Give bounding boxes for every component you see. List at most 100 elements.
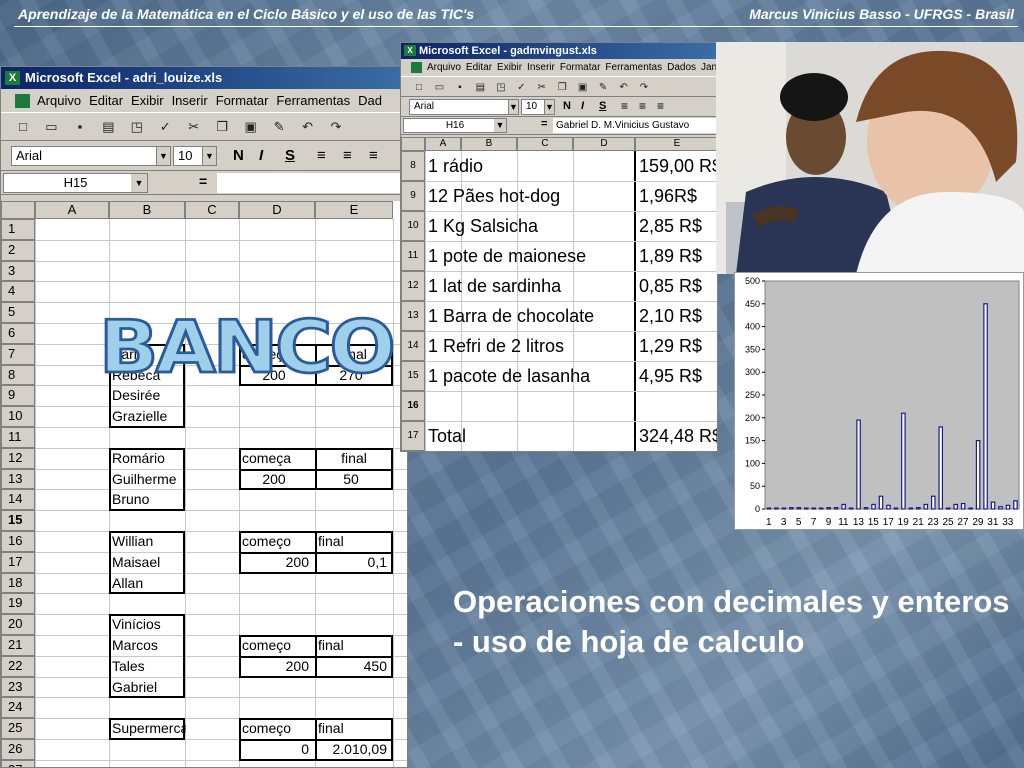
column-header[interactable]: C — [517, 137, 573, 151]
select-all-corner[interactable] — [401, 137, 425, 151]
column-header[interactable]: B — [109, 201, 185, 219]
bold-button[interactable]: N — [233, 147, 244, 164]
row-header[interactable]: 16 — [1, 531, 35, 552]
menu-item[interactable]: Dados — [667, 62, 696, 73]
row-header[interactable]: 5 — [1, 302, 35, 323]
item-cell[interactable]: 1 pote de maionese — [428, 244, 632, 268]
row-header[interactable]: 27 — [1, 759, 35, 767]
underline-button[interactable]: S — [285, 147, 295, 164]
price-cell[interactable]: 4,95 R$ — [639, 364, 717, 388]
price-cell[interactable]: 1,89 R$ — [639, 244, 717, 268]
undo-icon[interactable]: ↶ — [298, 118, 318, 136]
price-cell[interactable]: 159,00 R$ — [639, 154, 717, 178]
formula-input[interactable]: Gabriel D. M.Vinicius Gustavo — [553, 118, 717, 133]
row-header[interactable]: 25 — [1, 718, 35, 739]
undo-icon[interactable]: ↶ — [617, 81, 631, 95]
row-header[interactable]: 3 — [1, 260, 35, 282]
menu-item[interactable]: Formatar — [216, 93, 269, 108]
row-header[interactable]: 12 — [401, 271, 425, 301]
row-header[interactable]: 19 — [1, 593, 35, 615]
menu-item[interactable]: Formatar — [560, 62, 601, 73]
row-header[interactable]: 9 — [1, 385, 35, 407]
menu-item[interactable]: Ferramentas — [276, 93, 350, 108]
name-box[interactable]: H16 ▼ — [403, 118, 507, 133]
save-icon[interactable]: ▪ — [70, 118, 90, 136]
paste-icon[interactable]: ▣ — [241, 118, 261, 136]
column-header[interactable]: E — [635, 137, 717, 151]
print-icon[interactable]: ▤ — [98, 118, 118, 136]
size-select[interactable]: 10 ▼ — [521, 99, 555, 115]
formula-input[interactable] — [217, 173, 407, 193]
row-header[interactable]: 8 — [401, 151, 425, 181]
redo-icon[interactable]: ↷ — [326, 118, 346, 136]
row-header[interactable]: 15 — [401, 361, 425, 391]
item-cell[interactable]: 1 pacote de lasanha — [428, 364, 632, 388]
price-cell[interactable]: 1,29 R$ — [639, 334, 717, 358]
column-header[interactable]: B — [461, 137, 517, 151]
row-header[interactable]: 16 — [401, 391, 425, 421]
price-cell[interactable]: 2,10 R$ — [639, 304, 717, 328]
preview-icon[interactable]: ◳ — [494, 81, 508, 95]
row-header[interactable]: 23 — [1, 676, 35, 698]
menu-item[interactable]: Editar — [466, 62, 492, 73]
column-header[interactable]: A — [35, 201, 109, 219]
row-header[interactable]: 10 — [401, 211, 425, 241]
align-right-icon[interactable]: ≡ — [657, 99, 664, 113]
row-header[interactable]: 12 — [1, 447, 35, 469]
row-header[interactable]: 20 — [1, 614, 35, 635]
save-icon[interactable]: ▪ — [453, 81, 467, 95]
row-header[interactable]: 21 — [1, 635, 35, 656]
price-cell[interactable]: 324,48 R$ — [639, 424, 717, 448]
row-header[interactable]: 14 — [401, 331, 425, 361]
row-header[interactable]: 17 — [1, 551, 35, 573]
row-header[interactable]: 14 — [1, 489, 35, 511]
item-cell[interactable]: 1 lat de sardinha — [428, 274, 632, 298]
row-header[interactable]: 15 — [1, 510, 35, 531]
size-select[interactable]: 10 ▼ — [173, 146, 217, 166]
menu-item[interactable]: Inserir — [527, 62, 555, 73]
column-header[interactable]: D — [573, 137, 635, 151]
name-box[interactable]: H15 ▼ — [3, 173, 148, 193]
item-cell[interactable]: 1 Barra de chocolate — [428, 304, 632, 328]
menu-item[interactable]: Inserir — [172, 93, 208, 108]
preview-icon[interactable]: ◳ — [127, 118, 147, 136]
align-center-icon[interactable]: ≡ — [639, 99, 646, 113]
row-header[interactable]: 6 — [1, 323, 35, 344]
italic-button[interactable]: I — [259, 147, 263, 164]
open-icon[interactable]: ▭ — [41, 118, 61, 136]
align-right-icon[interactable]: ≡ — [369, 147, 378, 164]
row-header[interactable]: 9 — [401, 181, 425, 211]
print-icon[interactable]: ▤ — [473, 81, 487, 95]
select-all-corner[interactable] — [1, 201, 35, 219]
row-header[interactable]: 11 — [1, 427, 35, 448]
new-icon[interactable]: □ — [412, 81, 426, 95]
row-header[interactable]: 2 — [1, 239, 35, 261]
font-select[interactable]: Arial ▼ — [409, 99, 519, 115]
paste-icon[interactable]: ▣ — [576, 81, 590, 95]
menu-item[interactable]: Arquivo — [37, 93, 81, 108]
align-center-icon[interactable]: ≡ — [343, 147, 352, 164]
cut-icon[interactable]: ✂ — [535, 81, 549, 95]
row-header[interactable]: 10 — [1, 406, 35, 427]
price-cell[interactable]: 0,85 R$ — [639, 274, 717, 298]
column-header[interactable]: D — [239, 201, 315, 219]
format-painter-icon[interactable]: ✎ — [596, 81, 610, 95]
menu-item[interactable]: Editar — [89, 93, 123, 108]
price-cell[interactable]: 2,85 R$ — [639, 214, 717, 238]
row-header[interactable]: 7 — [1, 343, 35, 365]
item-cell[interactable]: 1 Kg Salsicha — [428, 214, 632, 238]
menu-item[interactable]: Exibir — [131, 93, 164, 108]
copy-icon[interactable]: ❐ — [212, 118, 232, 136]
column-header[interactable]: A — [425, 137, 461, 151]
spell-icon[interactable]: ✓ — [514, 81, 528, 95]
row-header[interactable]: 8 — [1, 364, 35, 386]
align-left-icon[interactable]: ≡ — [317, 147, 326, 164]
row-header[interactable]: 26 — [1, 739, 35, 760]
underline-button[interactable]: S — [599, 100, 606, 112]
italic-button[interactable]: I — [581, 100, 584, 112]
sheet-grid[interactable]: A B C D E 1 2 3 4 5 6 7 8 9 10 11 12 13 14 15 16 17 18 19 20 21 22… — [1, 201, 407, 767]
price-cell[interactable]: 1,96R$ — [639, 184, 717, 208]
column-header[interactable]: E — [315, 201, 393, 219]
menu-item[interactable]: Dad — [358, 93, 382, 108]
row-header[interactable]: 24 — [1, 697, 35, 719]
